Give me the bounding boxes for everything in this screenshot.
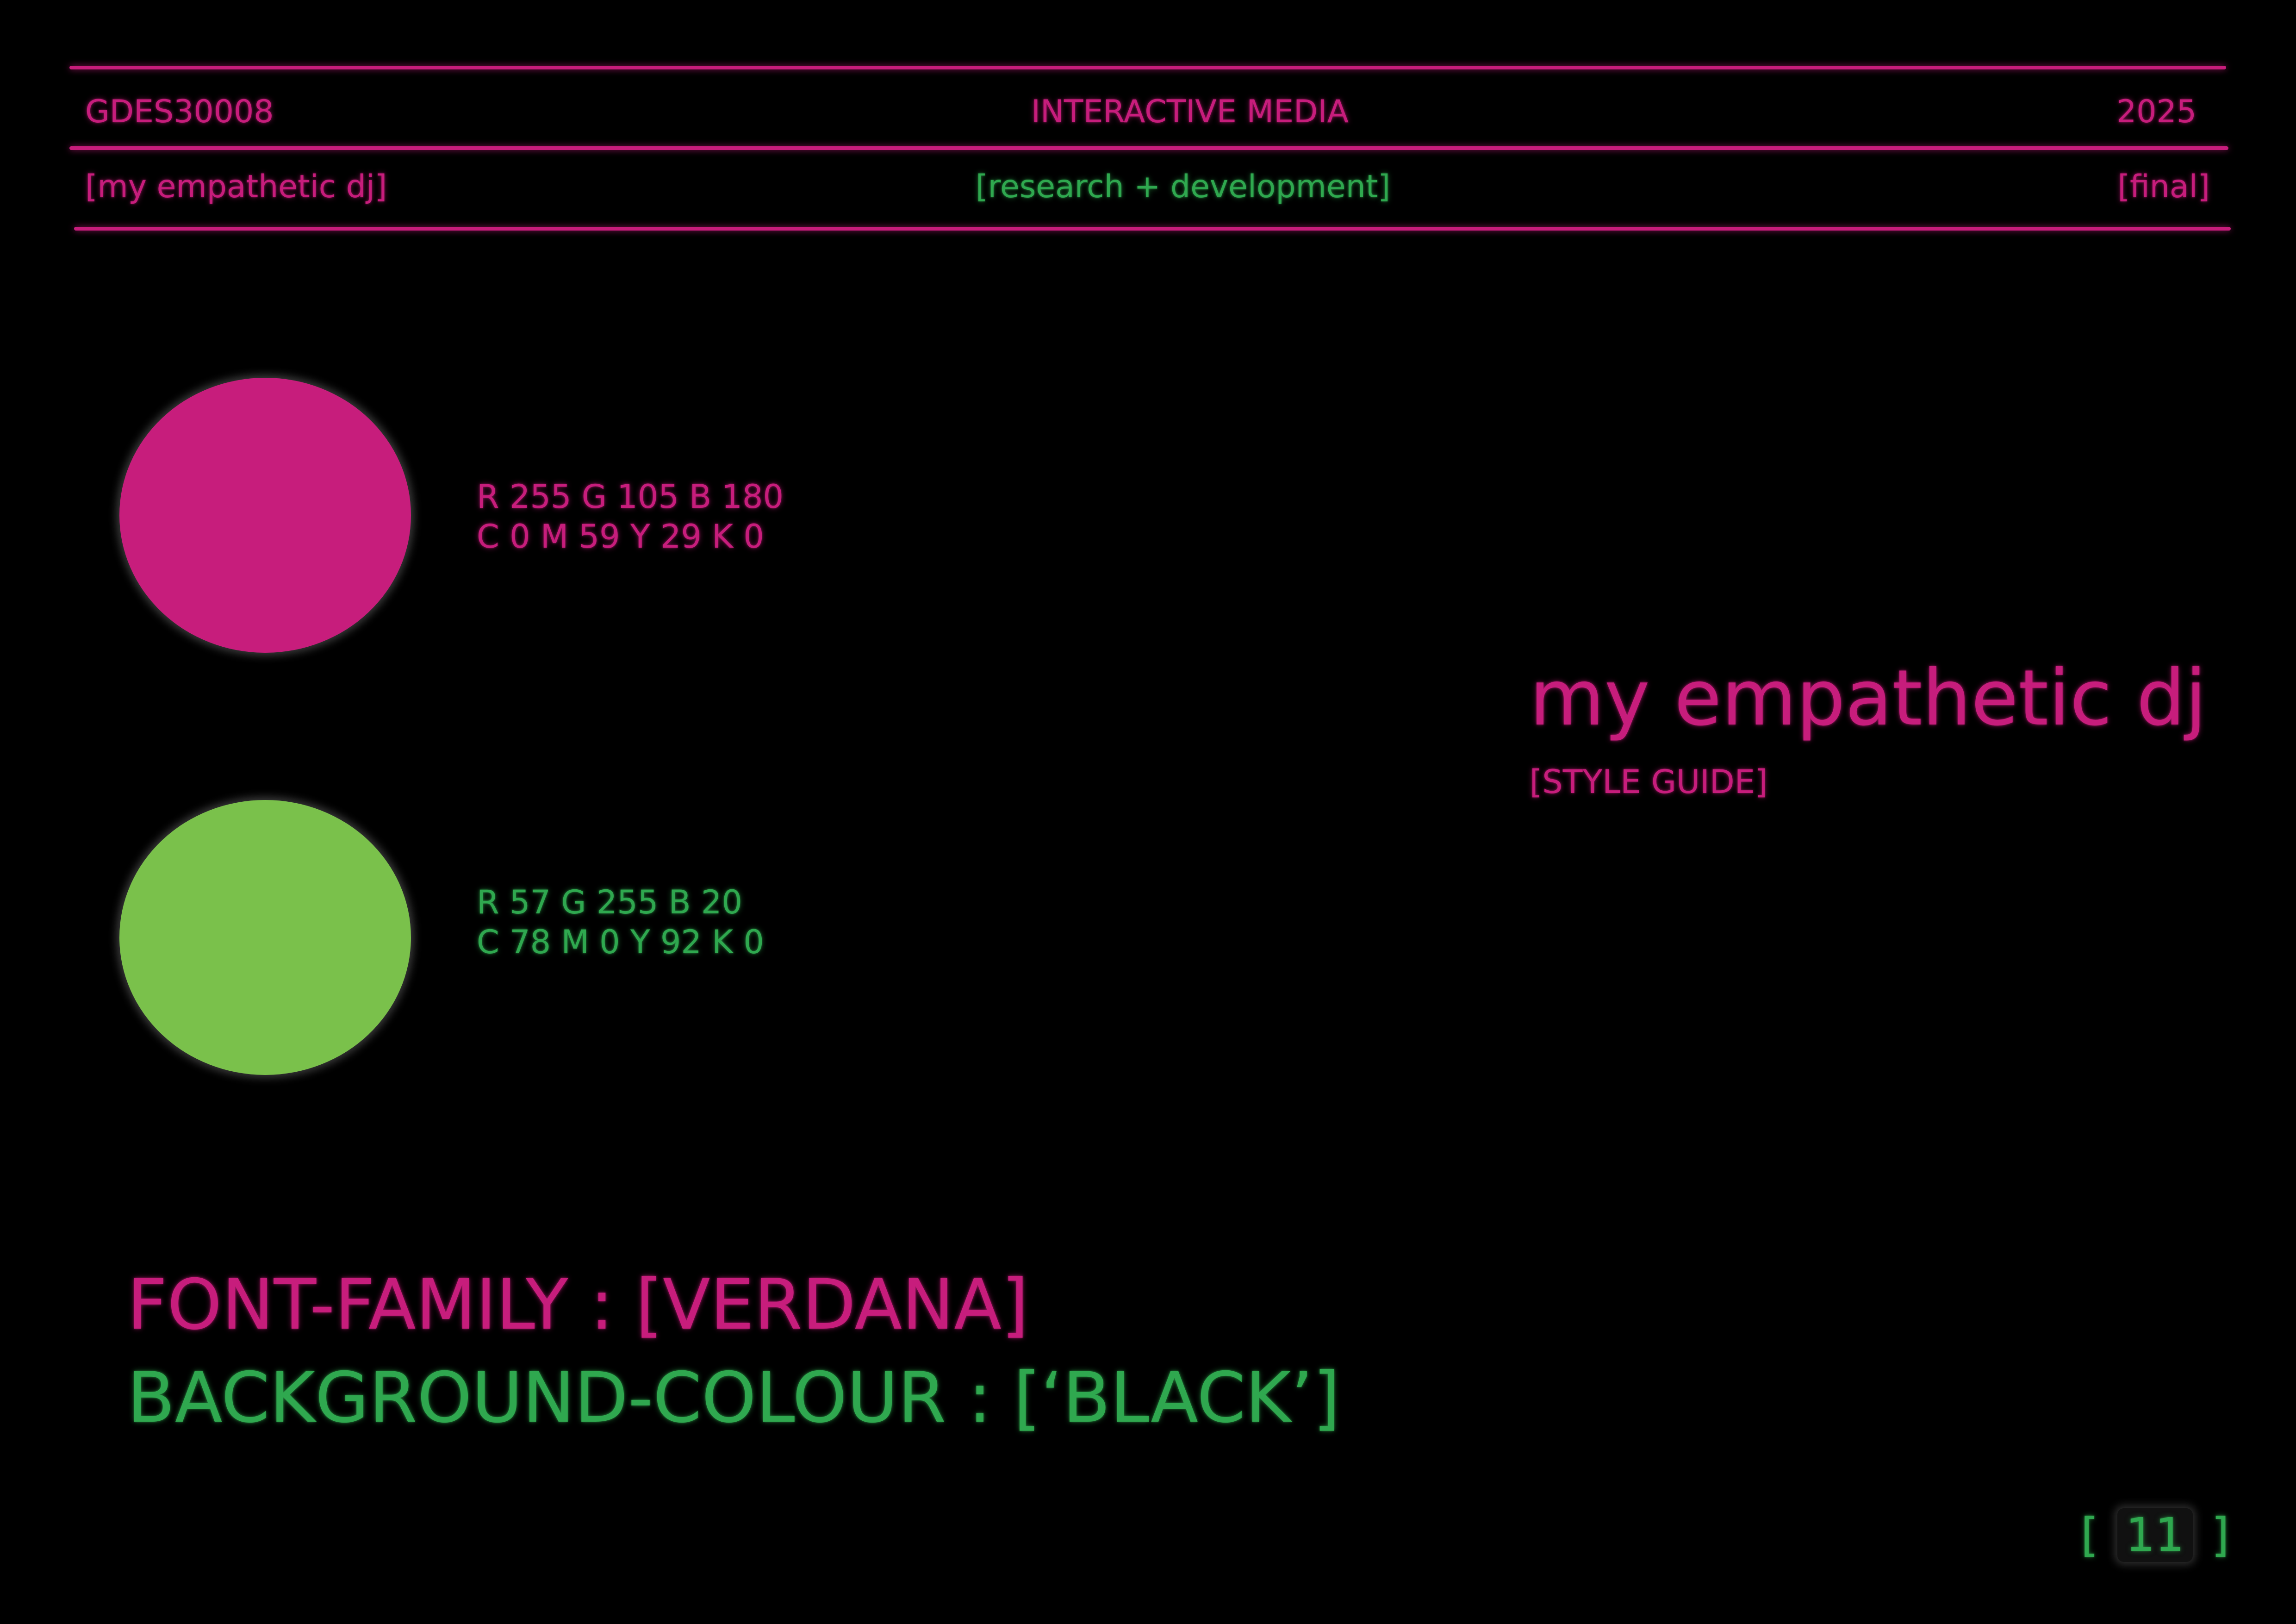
green-color-swatch	[119, 800, 411, 1075]
project-name: [my empathetic dj]	[85, 169, 387, 205]
header-rule-bottom	[74, 227, 2231, 231]
header-rule-top	[69, 66, 2226, 69]
pink-cmyk-value: C 0 M 59 Y 29 K 0	[477, 518, 764, 556]
project-status: [final]	[2117, 169, 2210, 205]
page-bracket-close: ]	[2211, 1508, 2229, 1562]
style-guide-label: [STYLE GUIDE]	[1530, 763, 1768, 801]
page-bracket-open: [	[2080, 1508, 2099, 1562]
brand-title: my empathetic dj	[1530, 654, 2207, 743]
header-rule-middle	[69, 146, 2228, 150]
pink-color-spec: R 255 G 105 B 180 C 0 M 59 Y 29 K 0	[477, 477, 784, 556]
pink-rgb-value: R 255 G 105 B 180	[477, 478, 784, 516]
course-code: GDES30008	[85, 94, 274, 130]
year: 2025	[2116, 94, 2196, 130]
page-number: [ 11 ]	[2081, 1508, 2229, 1562]
green-rgb-value: R 57 G 255 B 20	[477, 883, 742, 921]
course-name: INTERACTIVE MEDIA	[1031, 94, 1349, 130]
green-cmyk-value: C 78 M 0 Y 92 K 0	[477, 923, 764, 961]
pink-color-swatch	[119, 378, 411, 653]
page-number-value: 11	[2117, 1508, 2193, 1562]
project-phase: [research + development]	[976, 169, 1391, 205]
green-color-spec: R 57 G 255 B 20 C 78 M 0 Y 92 K 0	[477, 882, 764, 962]
background-colour-property: BACKGROUND-COLOUR : [‘BLACK’]	[127, 1358, 1340, 1438]
font-family-property: FONT-FAMILY : [VERDANA]	[127, 1265, 1029, 1345]
